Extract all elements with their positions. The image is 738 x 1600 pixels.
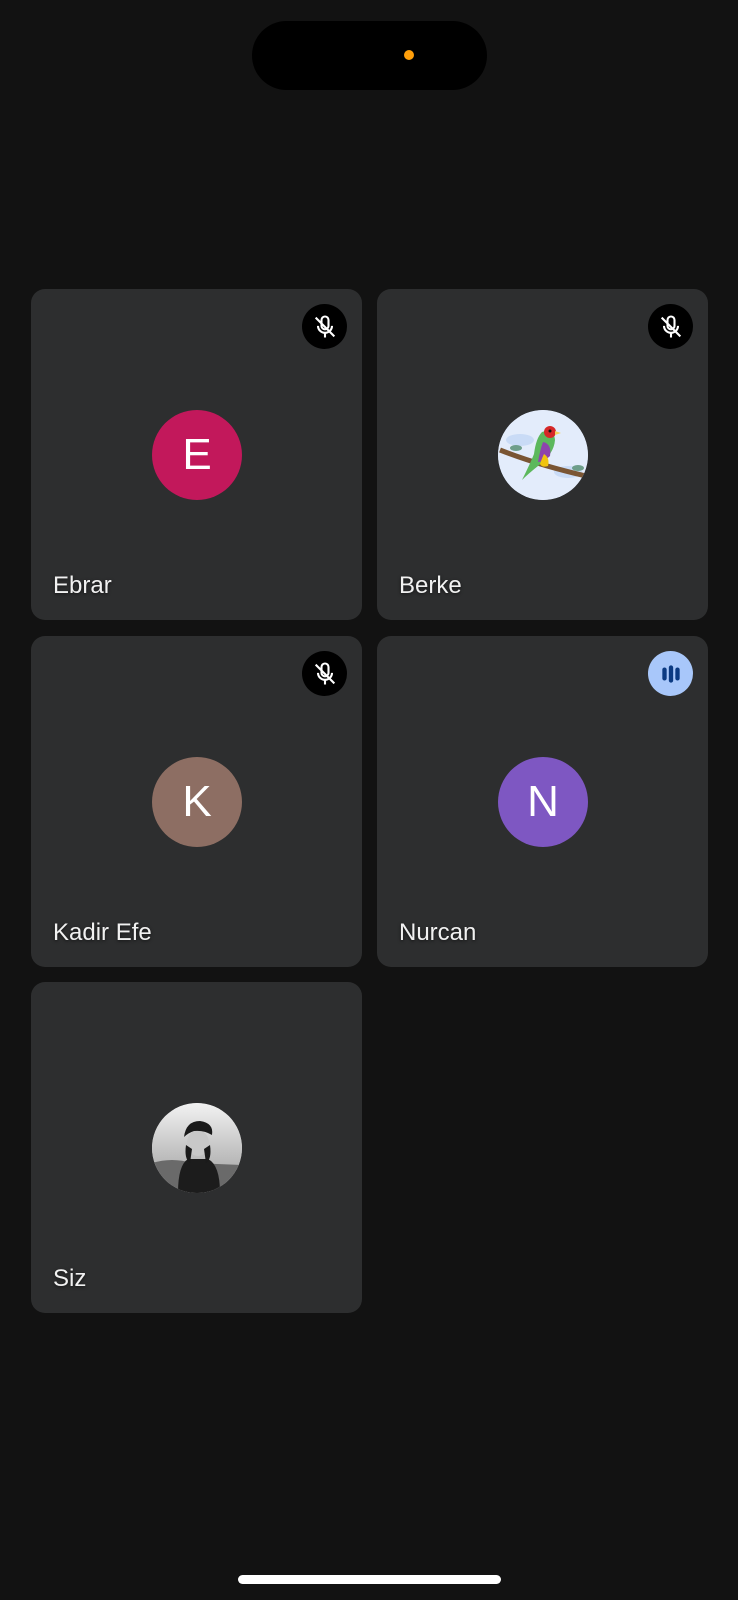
privacy-indicator-dot [404,50,414,60]
avatar-user-photo [152,1103,242,1193]
participant-tile-berke[interactable]: Berke [377,289,708,620]
avatar-initial: E [182,430,212,479]
participant-tile-ebrar[interactable]: E Ebrar [31,289,362,620]
participant-name: Nurcan [399,919,477,946]
participant-name: Berke [399,572,462,599]
dynamic-island [252,21,487,90]
avatar-parrot-image [498,410,588,500]
avatar-initial: K [182,777,212,826]
participant-tile-kadir-efe[interactable]: K Kadir Efe [31,636,362,967]
home-indicator[interactable] [238,1575,501,1584]
mic-off-icon [648,304,693,349]
participant-name: Ebrar [53,572,112,599]
avatar: N [498,757,588,847]
participant-tile-nurcan[interactable]: N Nurcan [377,636,708,967]
audio-level-icon [648,651,693,696]
avatar-initial: N [527,777,559,826]
mic-off-icon [302,304,347,349]
participant-name: Siz [53,1265,87,1292]
meeting-screen: E Ebrar Berke K Kadir Efe N Nurcan Siz [0,0,738,1600]
mic-off-icon [302,651,347,696]
participant-name: Kadir Efe [53,919,152,946]
avatar: K [152,757,242,847]
participant-tile-self[interactable]: Siz [31,982,362,1313]
avatar: E [152,410,242,500]
